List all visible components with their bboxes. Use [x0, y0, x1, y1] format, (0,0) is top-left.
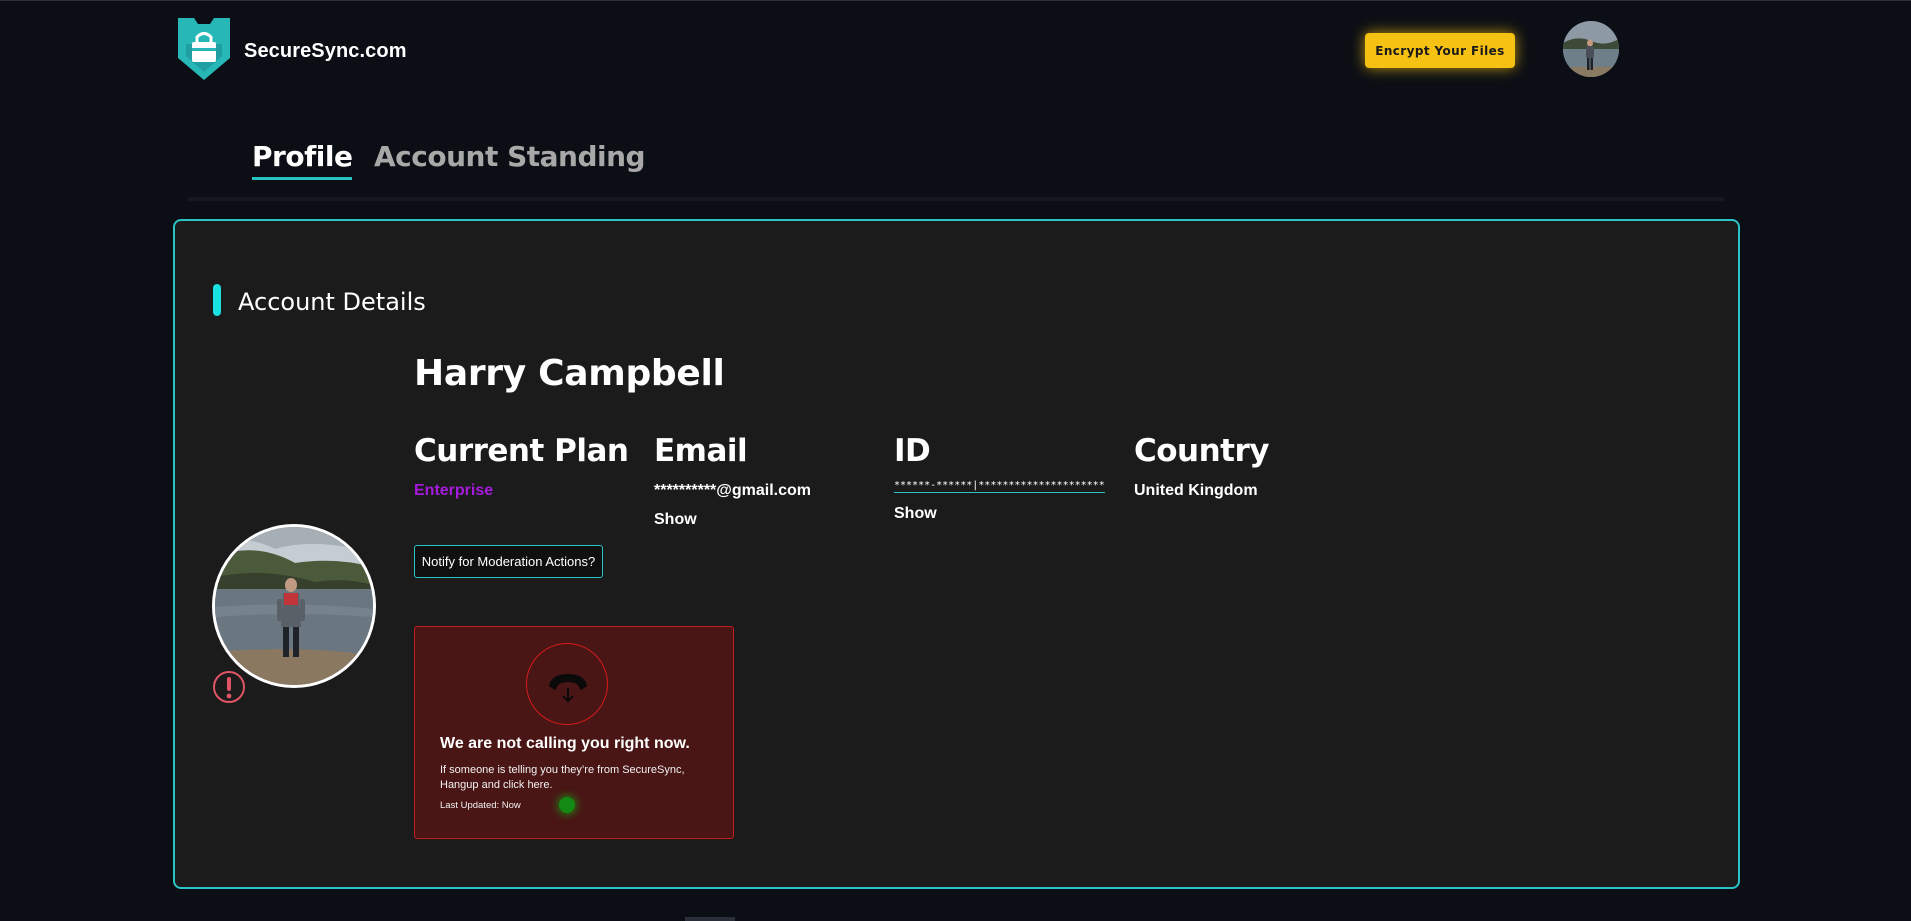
current-plan-label: Current Plan	[414, 433, 629, 469]
email-show-link[interactable]: Show	[654, 511, 697, 529]
account-details-panel	[173, 219, 1740, 889]
avatar-photo	[1563, 21, 1619, 77]
email-label: Email	[654, 433, 748, 469]
user-avatar[interactable]	[1563, 21, 1619, 77]
profile-photo	[215, 527, 373, 685]
current-plan-value: Enterprise	[414, 482, 494, 499]
notify-moderation-button[interactable]: Notify for Moderation Actions?	[414, 545, 603, 578]
id-label: ID	[894, 433, 931, 469]
phone-hangup-icon	[549, 674, 587, 703]
top-border	[0, 0, 1911, 1]
user-name: Harry Campbell	[414, 353, 725, 394]
call-warning-body[interactable]: If someone is telling you they’re from S…	[440, 763, 720, 793]
shield-lock-icon[interactable]	[178, 18, 230, 80]
country-label: Country	[1134, 433, 1270, 469]
call-warning-title: We are not calling you right now.	[440, 735, 690, 752]
call-warning-card[interactable]: We are not calling you right now. If som…	[414, 626, 734, 839]
scroll-indicator	[685, 917, 735, 921]
id-value: ******-******|*********************	[894, 480, 1105, 493]
brand-name[interactable]: SecureSync.com	[244, 40, 407, 63]
encrypt-files-button[interactable]: Encrypt Your Files	[1365, 33, 1515, 68]
tab-divider	[188, 197, 1724, 201]
tab-account-standing[interactable]: Account Standing	[374, 140, 646, 173]
exclamation-circle-icon[interactable]	[212, 670, 246, 704]
tab-profile[interactable]: Profile	[252, 140, 353, 180]
section-title: Account Details	[238, 288, 426, 316]
call-warning-updated: Last Updated: Now	[440, 800, 521, 811]
email-value: **********@gmail.com	[654, 482, 811, 499]
section-accent-bar	[213, 284, 221, 316]
profile-avatar[interactable]	[212, 524, 376, 688]
country-value: United Kingdom	[1134, 482, 1258, 499]
id-show-link[interactable]: Show	[894, 505, 937, 523]
phone-circle	[526, 643, 608, 725]
status-indicator	[559, 797, 575, 813]
